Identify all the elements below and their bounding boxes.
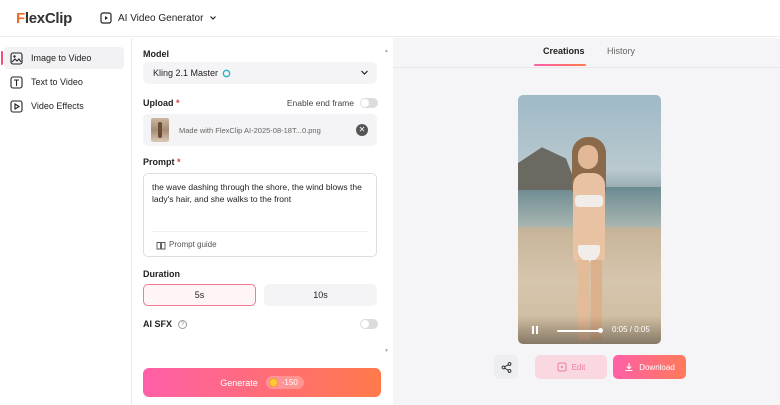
book-icon: [156, 241, 166, 249]
chevron-down-icon: [210, 16, 217, 20]
prompt-label: Prompt *: [143, 157, 181, 167]
figure-head: [578, 145, 598, 169]
sidebar-item-image-to-video[interactable]: Image to Video: [1, 47, 124, 69]
prompt-textarea[interactable]: the wave dashing through the shore, the …: [143, 173, 377, 257]
settings-panel: ▲ Model Kling 2.1 Master Upload * Enable…: [133, 38, 392, 405]
download-label: Download: [639, 362, 675, 372]
edit-button[interactable]: Edit: [535, 355, 607, 379]
download-button[interactable]: Download: [613, 355, 686, 379]
upload-label-text: Upload: [143, 98, 174, 108]
download-icon: [625, 363, 633, 372]
text-video-icon: [10, 75, 23, 89]
sidebar-item-video-effects[interactable]: Video Effects: [4, 95, 124, 117]
tab-history[interactable]: History: [607, 46, 635, 56]
sidebar-item-label: Video Effects: [31, 101, 84, 111]
credit-cost: -150: [281, 378, 298, 387]
active-tab-indicator: [534, 64, 586, 66]
logo-letter: F: [16, 9, 25, 27]
sidebar: Image to Video Text to Video Video Effec…: [0, 38, 132, 405]
preview-area: Creations History 0:05 / 0:05 Edit Downl…: [393, 38, 780, 405]
chevron-down-icon: [361, 70, 368, 75]
video-controls: 0:05 / 0:05: [518, 316, 661, 344]
scroll-up-arrow[interactable]: ▲: [384, 48, 390, 54]
duration-label: Duration: [143, 269, 180, 279]
top-bar: FlexClip AI Video Generator: [0, 0, 780, 37]
video-time: 0:05 / 0:05: [612, 325, 650, 334]
refresh-icon: [222, 69, 231, 77]
ai-sfx-toggle[interactable]: [360, 319, 378, 329]
edit-label: Edit: [571, 362, 586, 372]
preview-tabs: Creations History: [393, 38, 780, 68]
video-ai-icon: [100, 12, 112, 24]
flexclip-logo[interactable]: FlexClip: [16, 10, 72, 27]
end-frame-toggle[interactable]: [360, 98, 378, 108]
cliff-background: [518, 147, 578, 190]
tab-creations[interactable]: Creations: [543, 46, 585, 56]
ai-sfx-label-text: AI SFX: [143, 319, 173, 329]
figure-top: [575, 195, 603, 207]
required-mark: *: [177, 157, 181, 167]
tool-selector[interactable]: AI Video Generator: [100, 12, 217, 24]
prompt-label-text: Prompt: [143, 157, 175, 167]
edit-video-icon: [557, 362, 567, 372]
pause-icon[interactable]: [532, 326, 538, 334]
help-icon[interactable]: ?: [178, 320, 188, 330]
image-video-icon: [10, 51, 23, 65]
coin-icon: [268, 378, 278, 387]
sidebar-item-label: Text to Video: [31, 77, 83, 87]
remove-file-button[interactable]: ✕: [356, 124, 368, 136]
credit-cost-badge: -150: [265, 376, 304, 389]
model-select[interactable]: Kling 2.1 Master: [143, 62, 377, 84]
required-mark: *: [176, 98, 180, 108]
share-icon: [501, 361, 511, 373]
prompt-guide-label: Prompt guide: [169, 240, 217, 249]
uploaded-file: Made with FlexClip AI-2025-08-18T...0.pn…: [143, 114, 377, 146]
ai-sfx-label: AI SFX?: [143, 319, 188, 330]
prompt-guide-link[interactable]: Prompt guide: [156, 239, 217, 251]
duration-10s-button[interactable]: 10s: [264, 284, 377, 306]
prompt-text: the wave dashing through the shore, the …: [152, 182, 362, 204]
uploaded-image-thumbnail: [151, 118, 169, 142]
scroll-down-arrow[interactable]: ▼: [384, 348, 390, 354]
upload-label: Upload *: [143, 98, 180, 108]
video-progress-bar[interactable]: [557, 328, 603, 333]
sidebar-item-label: Image to Video: [31, 53, 92, 63]
prompt-divider: [152, 231, 368, 232]
video-preview[interactable]: 0:05 / 0:05: [518, 95, 661, 344]
share-button[interactable]: [494, 355, 518, 379]
duration-5s-button[interactable]: 5s: [143, 284, 256, 306]
sidebar-item-text-to-video[interactable]: Text to Video: [4, 71, 124, 93]
end-frame-label: Enable end frame: [286, 98, 354, 108]
uploaded-filename: Made with FlexClip AI-2025-08-18T...0.pn…: [179, 125, 321, 135]
video-effects-icon: [10, 99, 23, 113]
logo-text: lexClip: [24, 9, 72, 27]
model-label: Model: [143, 49, 169, 59]
tool-selector-label: AI Video Generator: [117, 12, 204, 24]
generate-button[interactable]: Generate -150: [143, 368, 381, 397]
model-value: Kling 2.1 Master: [153, 68, 219, 78]
generate-label: Generate: [220, 377, 258, 388]
end-frame-option: Enable end frame: [287, 98, 378, 108]
